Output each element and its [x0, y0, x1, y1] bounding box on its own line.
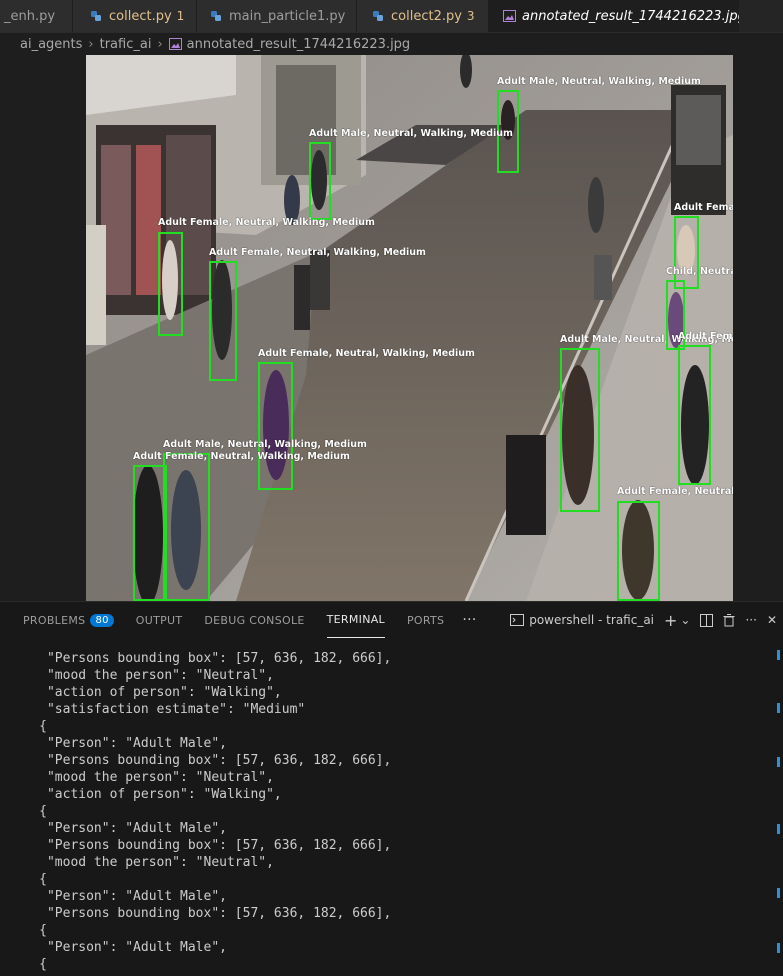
more-icon[interactable]: ···	[462, 612, 476, 628]
tab-label: collect.py	[109, 8, 172, 24]
annotation-label: Adult Fema	[674, 202, 733, 213]
terminal-name: powershell - trafic_ai	[529, 613, 655, 627]
annotation-label: Adult Male, Neutral, Walking, Medium	[163, 439, 367, 450]
editor-tab-bar: _enh.py collect.py 1 main_particle1.py c…	[0, 0, 783, 33]
problem-count: 1	[176, 9, 185, 23]
scrollbar-marker	[777, 703, 780, 713]
terminal-output[interactable]: "Persons bounding box": [57, 636, 182, 6…	[0, 650, 770, 973]
tab-output[interactable]: OUTPUT	[136, 602, 183, 638]
annotation-label: Adult Female, Neutral, Walking, Medium	[258, 348, 475, 359]
tab-main-particle1-py[interactable]: main_particle1.py	[197, 0, 357, 32]
detection-box	[560, 348, 600, 512]
close-panel-icon[interactable]: ✕	[767, 613, 777, 627]
plus-icon: +	[664, 610, 678, 630]
terminal-line: "satisfaction estimate": "Medium"	[0, 702, 306, 717]
annotation-label: Adult Female, Neutral, Walking, Medium	[133, 451, 350, 462]
tab-label: annotated_result_1744216223.jpg	[522, 8, 746, 24]
terminal-line: "action of person": "Walking",	[0, 787, 282, 802]
new-terminal-button[interactable]: + ⌄	[664, 611, 690, 630]
image-viewer: Adult Male, Neutral, Walking, Medium Adu…	[0, 55, 783, 601]
python-icon	[371, 9, 385, 23]
tab-debug-console[interactable]: DEBUG CONSOLE	[204, 602, 304, 638]
breadcrumb: ai_agents › trafic_ai › annotated_result…	[0, 33, 783, 55]
tab-enh-py[interactable]: _enh.py	[0, 0, 73, 32]
terminal-line: {	[0, 804, 47, 819]
terminal-line: "Person": "Adult Male",	[0, 940, 227, 955]
tab-label: PROBLEMS	[23, 613, 86, 627]
detection-box	[158, 232, 183, 336]
detection-box	[617, 501, 660, 601]
tab-collect2-py[interactable]: collect2.py 3	[357, 0, 489, 32]
scrollbar-marker	[777, 824, 780, 834]
image-icon	[168, 38, 182, 50]
terminal-line: "mood the person": "Neutral",	[0, 770, 274, 785]
terminal-line: {	[0, 872, 47, 887]
annotation-label: Adult Female, Neutral, Walking, Medium	[158, 217, 375, 228]
terminal-line: "mood the person": "Neutral",	[0, 668, 274, 683]
tab-bar-empty-space	[739, 0, 783, 32]
python-icon	[89, 9, 103, 23]
terminal-line: "mood the person": "Neutral",	[0, 855, 274, 870]
trash-icon[interactable]	[723, 613, 735, 627]
tab-label: _enh.py	[4, 8, 56, 24]
annotation-label: Adult Fem	[678, 331, 733, 342]
terminal-line: "Person": "Adult Male",	[0, 736, 227, 751]
terminal-selector[interactable]: powershell - trafic_ai	[510, 613, 654, 627]
split-terminal-icon[interactable]	[700, 613, 714, 627]
terminal-line: {	[0, 923, 47, 938]
chevron-right-icon: ›	[88, 36, 94, 52]
bottom-panel: PROBLEMS 80 OUTPUT DEBUG CONSOLE TERMINA…	[0, 601, 783, 976]
problems-count-badge: 80	[90, 613, 114, 627]
chevron-right-icon: ›	[157, 36, 163, 52]
terminal-scrollbar[interactable]	[775, 638, 783, 976]
scrollbar-marker	[777, 943, 780, 953]
annotation-label: Adult Male, Neutral, Walking, Medium	[309, 128, 513, 139]
detection-box	[163, 453, 210, 601]
terminal-line: "Person": "Adult Male",	[0, 889, 227, 904]
python-icon	[209, 9, 223, 23]
problem-count: 3	[466, 9, 475, 23]
terminal-line: {	[0, 719, 47, 734]
tab-annotated-result[interactable]: annotated_result_1744216223.jpg ✕	[489, 0, 768, 32]
breadcrumb-folder[interactable]: trafic_ai	[100, 37, 152, 52]
scrollbar-marker	[777, 650, 780, 660]
terminal-line: "action of person": "Walking",	[0, 685, 282, 700]
annotation-label: Adult Female, Neutral, Walking, Medium	[209, 247, 426, 258]
breadcrumb-root[interactable]: ai_agents	[20, 37, 82, 52]
tab-problems[interactable]: PROBLEMS 80	[23, 602, 114, 638]
annotated-street-photo[interactable]: Adult Male, Neutral, Walking, Medium Adu…	[86, 55, 733, 601]
panel-actions: powershell - trafic_ai + ⌄ ··· ✕	[510, 602, 783, 638]
detection-box	[674, 216, 699, 289]
scrollbar-marker	[777, 757, 780, 767]
detection-box	[209, 261, 237, 381]
annotation-label: Adult Male, Neutral, Walking, Medium	[497, 76, 701, 87]
detection-box	[309, 142, 331, 220]
detection-box	[258, 362, 293, 490]
terminal-line: "Persons bounding box": [57, 636, 182, 6…	[0, 753, 392, 768]
tab-label: collect2.py	[391, 8, 462, 24]
detection-box	[133, 465, 167, 601]
tab-terminal[interactable]: TERMINAL	[326, 602, 385, 638]
more-actions-icon[interactable]: ···	[745, 613, 756, 627]
annotation-label: Adult Female, Neutral	[617, 486, 733, 497]
tab-label: main_particle1.py	[229, 8, 346, 24]
terminal-icon	[510, 614, 525, 626]
terminal-line: "Persons bounding box": [57, 636, 182, 6…	[0, 906, 392, 921]
terminal-line: "Persons bounding box": [57, 636, 182, 6…	[0, 651, 392, 666]
tab-ports[interactable]: PORTS	[407, 602, 444, 638]
terminal-line: "Person": "Adult Male",	[0, 821, 227, 836]
detection-box	[678, 345, 711, 485]
annotation-label: Child, Neutral	[666, 266, 733, 277]
image-icon	[503, 9, 516, 23]
tab-collect-py[interactable]: collect.py 1	[73, 0, 197, 32]
breadcrumb-file[interactable]: annotated_result_1744216223.jpg	[187, 37, 411, 52]
chevron-down-icon[interactable]: ⌄	[680, 613, 690, 627]
terminal-line: {	[0, 957, 47, 972]
terminal-line: "Persons bounding box": [57, 636, 182, 6…	[0, 838, 392, 853]
scrollbar-marker	[777, 888, 780, 898]
